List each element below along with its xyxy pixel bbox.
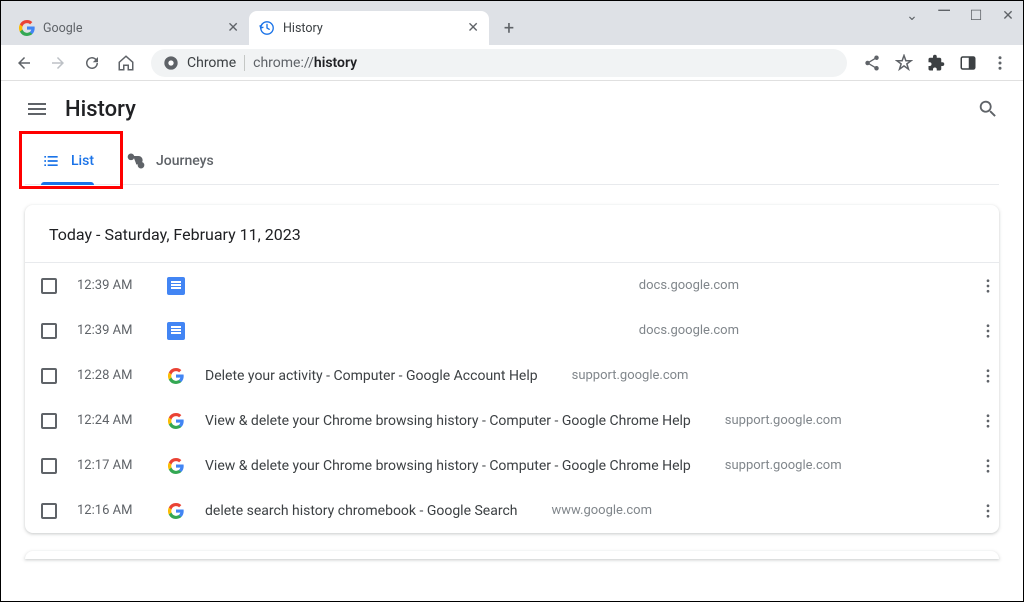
tab-title: History [283, 21, 459, 36]
history-entry-time: 12:39 AM [77, 278, 147, 293]
tab-list[interactable]: List [25, 137, 110, 184]
history-entry-time: 12:28 AM [77, 368, 147, 383]
history-header: History [1, 81, 1023, 137]
back-button[interactable] [9, 48, 39, 78]
select-checkbox[interactable] [41, 278, 57, 294]
close-window-icon[interactable]: ✕ [999, 7, 1017, 25]
maximize-window-icon[interactable]: ☐ [967, 7, 985, 25]
side-panel-button[interactable] [953, 48, 983, 78]
history-tabs: List Journeys [25, 137, 999, 185]
entry-menu-button[interactable] [899, 367, 979, 385]
docs-icon [167, 277, 185, 295]
address-path: chrome://history [253, 55, 357, 71]
history-row: 12:17 AM View & delete your Chrome browsi… [25, 443, 999, 488]
date-header: Today - Saturday, February 11, 2023 [25, 205, 999, 263]
browser-tabs-bar: Google ✕ History ✕ + ⌄ — ☐ ✕ [1, 1, 1023, 45]
history-day-card-next [25, 551, 999, 559]
address-bar[interactable]: Chrome chrome://history [151, 49, 847, 77]
history-entry-time: 12:39 AM [77, 323, 147, 338]
bookmark-button[interactable] [889, 48, 919, 78]
google-favicon [19, 20, 35, 36]
google-icon [168, 503, 184, 519]
history-entry-title[interactable]: Delete your activity - Computer - Google… [205, 368, 538, 384]
history-entry-title[interactable]: View & delete your Chrome browsing histo… [205, 413, 691, 429]
extensions-button[interactable] [921, 48, 951, 78]
select-checkbox[interactable] [41, 323, 57, 339]
tab-title: Google [43, 21, 219, 36]
history-row: 12:39 AM docs.google.com [25, 263, 999, 308]
forward-button[interactable] [43, 48, 73, 78]
search-history-button[interactable] [977, 98, 999, 120]
google-icon [168, 458, 184, 474]
browser-tab-google[interactable]: Google ✕ [9, 11, 249, 45]
history-entry-time: 12:17 AM [77, 458, 147, 473]
browser-menu-button[interactable] [985, 48, 1015, 78]
address-scheme: Chrome [187, 55, 236, 71]
select-checkbox[interactable] [41, 368, 57, 384]
hamburger-menu-icon[interactable] [25, 97, 49, 121]
browser-toolbar: Chrome chrome://history [1, 45, 1023, 81]
history-entry-domain: support.google.com [725, 413, 842, 428]
google-icon [168, 368, 184, 384]
select-checkbox[interactable] [41, 413, 57, 429]
new-tab-button[interactable]: + [495, 14, 523, 42]
history-entry-title[interactable]: View & delete your Chrome browsing histo… [205, 458, 691, 474]
reload-button[interactable] [77, 48, 107, 78]
docs-icon [167, 322, 185, 340]
share-button[interactable] [857, 48, 887, 78]
google-icon [168, 413, 184, 429]
history-entry-title[interactable]: delete search history chromebook - Googl… [205, 503, 518, 519]
minimize-window-icon[interactable]: — [935, 3, 953, 21]
tab-journeys[interactable]: Journeys [110, 137, 230, 184]
history-favicon [259, 20, 275, 36]
history-content: Today - Saturday, February 11, 2023 12:3… [1, 185, 1023, 559]
history-entry-domain: support.google.com [572, 368, 689, 383]
close-tab-icon[interactable]: ✕ [227, 20, 239, 36]
history-entry-domain: docs.google.com [639, 323, 739, 338]
history-row: 12:24 AM View & delete your Chrome browsi… [25, 398, 999, 443]
address-divider [244, 55, 245, 71]
chrome-icon [163, 55, 179, 71]
history-entry-time: 12:16 AM [77, 503, 147, 518]
history-row: 12:16 AM delete search history chromebook… [25, 488, 999, 533]
home-button[interactable] [111, 48, 141, 78]
entry-menu-button[interactable] [899, 457, 979, 475]
history-row: 12:39 AM docs.google.com [25, 308, 999, 353]
history-entry-domain: docs.google.com [639, 278, 739, 293]
browser-tab-history[interactable]: History ✕ [249, 11, 489, 45]
history-row: 12:28 AM Delete your activity - Computer … [25, 353, 999, 398]
history-entry-domain: www.google.com [552, 503, 652, 518]
chevron-down-icon[interactable]: ⌄ [903, 7, 921, 25]
tab-label: List [71, 153, 94, 169]
history-entry-domain: support.google.com [725, 458, 842, 473]
page-title: History [65, 97, 136, 122]
entry-menu-button[interactable] [899, 502, 979, 520]
tab-label: Journeys [156, 153, 214, 169]
select-checkbox[interactable] [41, 503, 57, 519]
history-day-card: Today - Saturday, February 11, 2023 12:3… [25, 205, 999, 533]
entry-menu-button[interactable] [899, 412, 979, 430]
history-entry-time: 12:24 AM [77, 413, 147, 428]
close-tab-icon[interactable]: ✕ [467, 20, 479, 36]
entry-menu-button[interactable] [899, 277, 979, 295]
entry-menu-button[interactable] [899, 322, 979, 340]
window-controls: ⌄ — ☐ ✕ [903, 7, 1017, 25]
select-checkbox[interactable] [41, 458, 57, 474]
